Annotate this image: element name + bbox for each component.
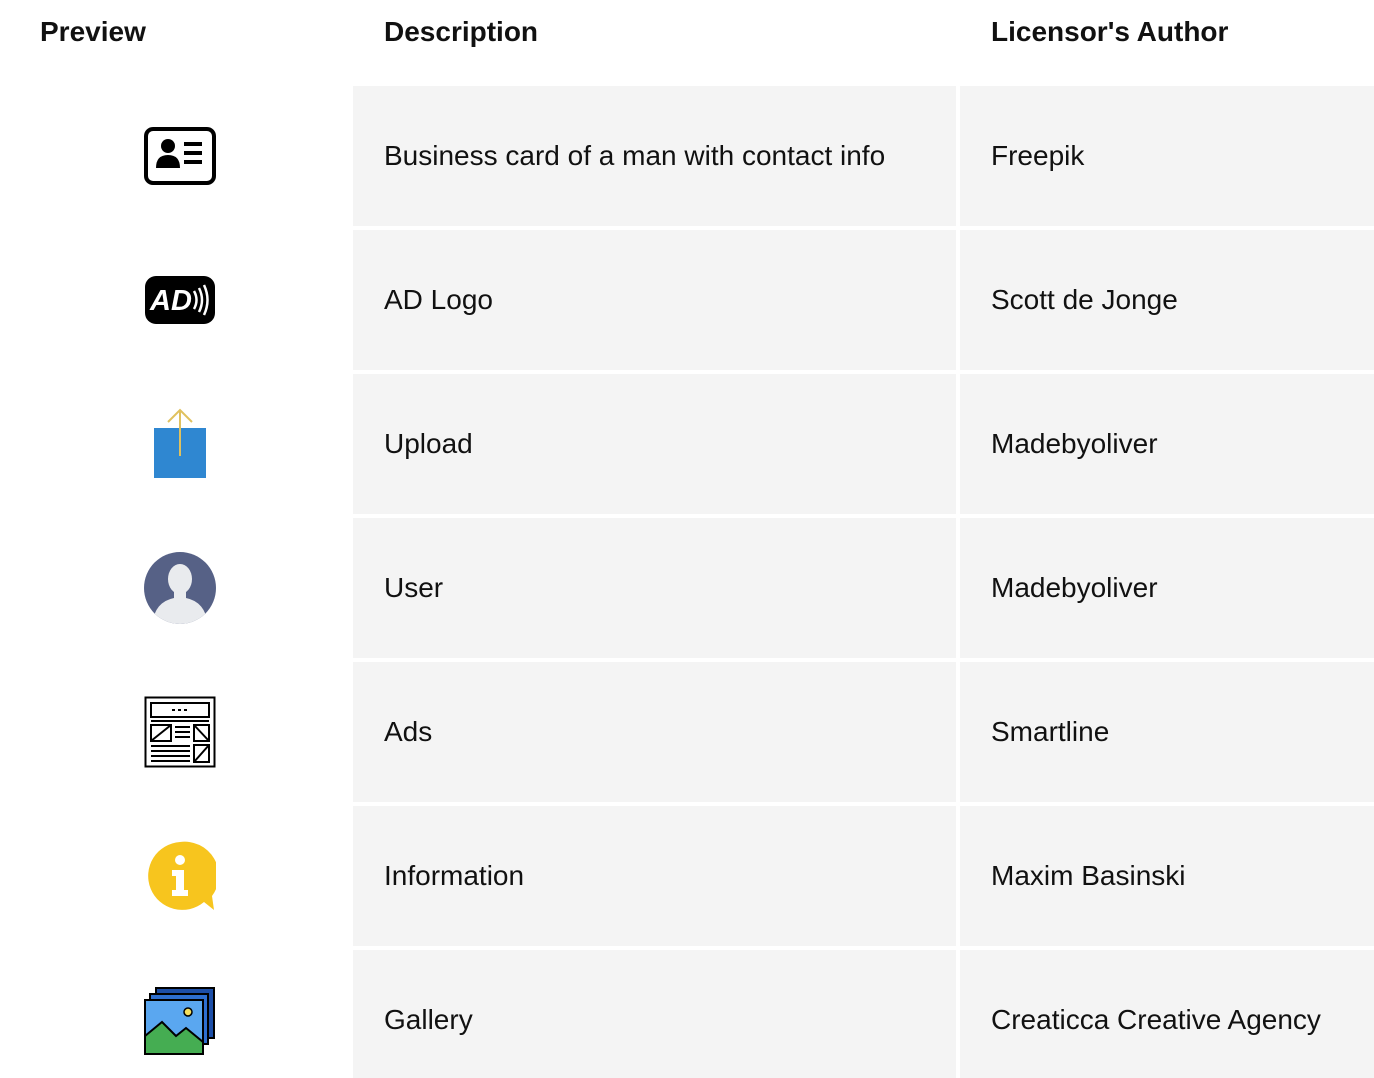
table-row: Ads Smartline: [0, 662, 1374, 802]
author-cell: Madebyoliver: [960, 518, 1374, 658]
author-cell: Scott de Jonge: [960, 230, 1374, 370]
preview-cell: [0, 86, 353, 226]
user-icon: [144, 552, 216, 624]
description-cell: Upload: [353, 374, 956, 514]
table-row: Business card of a man with contact info…: [0, 86, 1374, 226]
header-description: Description: [384, 16, 539, 47]
audio-description-icon: AD: [144, 264, 216, 336]
author-cell: Madebyoliver: [960, 374, 1374, 514]
header-author: Licensor's Author: [991, 16, 1229, 47]
business-card-icon: [144, 120, 216, 192]
preview-cell: AD: [0, 230, 353, 370]
attribution-table: Preview Description Licensor's Author Bu…: [0, 0, 1374, 1078]
author-cell: Freepik: [960, 86, 1374, 226]
gallery-icon: [144, 984, 216, 1056]
preview-cell: [0, 374, 353, 514]
ads-icon: [144, 696, 216, 768]
header-preview: Preview: [40, 16, 146, 47]
table-row: Upload Madebyoliver: [0, 374, 1374, 514]
preview-cell: [0, 518, 353, 658]
information-icon: [144, 840, 216, 912]
description-cell: User: [353, 518, 956, 658]
svg-text:AD: AD: [149, 285, 192, 317]
author-cell: Creaticca Creative Agency: [960, 950, 1374, 1078]
table-header: Preview Description Licensor's Author: [0, 0, 1374, 84]
upload-icon: [144, 408, 216, 480]
table-row: User Madebyoliver: [0, 518, 1374, 658]
author-cell: Smartline: [960, 662, 1374, 802]
description-cell: Gallery: [353, 950, 956, 1078]
description-cell: Business card of a man with contact info: [353, 86, 956, 226]
table-body: Business card of a man with contact info…: [0, 86, 1374, 1078]
author-cell: Maxim Basinski: [960, 806, 1374, 946]
description-cell: AD Logo: [353, 230, 956, 370]
table-row: Gallery Creaticca Creative Agency: [0, 950, 1374, 1078]
description-cell: Ads: [353, 662, 956, 802]
table-row: AD AD Logo Scott de Jonge: [0, 230, 1374, 370]
preview-cell: [0, 662, 353, 802]
description-cell: Information: [353, 806, 956, 946]
preview-cell: [0, 806, 353, 946]
preview-cell: [0, 950, 353, 1078]
table-row: Information Maxim Basinski: [0, 806, 1374, 946]
